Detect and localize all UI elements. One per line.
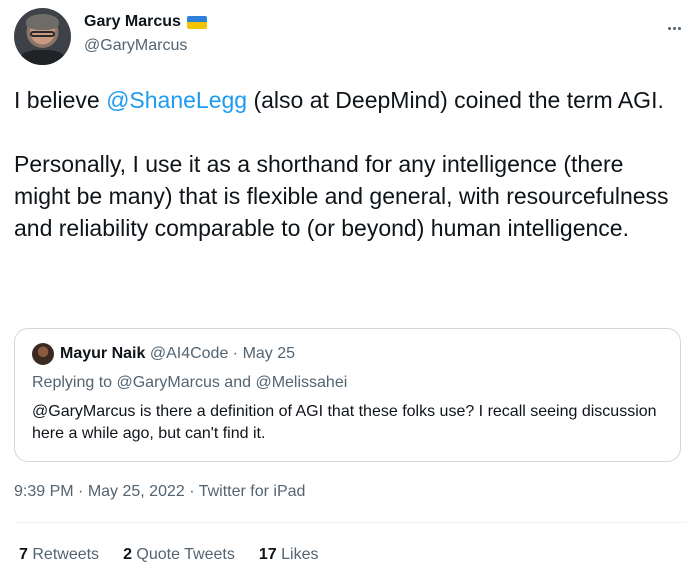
tweet-date[interactable]: May 25, 2022 — [88, 483, 185, 500]
quote-tweets-stat[interactable]: 2 Quote Tweets — [123, 545, 235, 565]
quoted-author-avatar — [32, 343, 54, 365]
replying-to: Replying to @GaryMarcus and @Melissahei — [32, 374, 348, 391]
author-info: Gary Marcus @GaryMarcus — [84, 12, 207, 56]
tweet-paragraph-2: Personally, I use it as a shorthand for … — [14, 151, 669, 241]
likes-count: 17 — [258, 546, 277, 563]
tweet-header: Gary Marcus @GaryMarcus — [14, 8, 686, 68]
divider — [14, 522, 686, 523]
tweet-timestamp: 9:39 PM · May 25, 2022 · Twitter for iPa… — [14, 482, 305, 502]
more-options-icon[interactable] — [662, 18, 686, 38]
retweets-count: 7 — [19, 546, 28, 563]
separator-dot: · — [184, 483, 199, 500]
retweets-stat[interactable]: 7 Retweets — [19, 545, 99, 565]
quote-tweets-count: 2 — [123, 546, 132, 563]
tweet-time[interactable]: 9:39 PM — [14, 483, 74, 500]
quoted-tweet-date: May 25 — [242, 345, 296, 362]
tweet-text: I believe @ShaneLegg (also at DeepMind) … — [14, 84, 686, 244]
tweet-stats: 7 Retweets 2 Quote Tweets 17 Likes — [19, 545, 318, 565]
quoted-author-name: Mayur Naik — [60, 345, 146, 362]
tweet-source[interactable]: Twitter for iPad — [199, 483, 306, 500]
quote-tweets-label: Quote Tweets — [136, 546, 235, 563]
avatar-hair — [26, 14, 59, 30]
likes-stat[interactable]: 17 Likes — [259, 545, 319, 565]
author-avatar[interactable] — [14, 8, 71, 65]
mention-link[interactable]: @ShaneLegg — [106, 87, 247, 113]
quoted-tweet-text: @GaryMarcus is there a definition of AGI… — [32, 403, 657, 442]
author-handle[interactable]: @GaryMarcus — [84, 36, 207, 56]
avatar-shirt — [20, 50, 65, 65]
quoted-author-handle: @AI4Code — [149, 345, 229, 362]
tweet-text-segment: (also at DeepMind) coined the term AGI. — [247, 87, 664, 113]
separator-dot: · — [228, 345, 243, 362]
quoted-tweet[interactable]: Mayur Naik @AI4Code · May 25 Replying to… — [14, 328, 681, 462]
ukraine-flag-icon — [186, 15, 207, 29]
tweet-text-segment: I believe — [14, 87, 107, 113]
tweet-paragraph-1: I believe @ShaneLegg (also at DeepMind) … — [14, 84, 686, 116]
avatar-glasses — [30, 31, 55, 37]
likes-label: Likes — [281, 546, 319, 563]
separator-dot: · — [73, 483, 88, 500]
quoted-tweet-header: Mayur Naik @AI4Code · May 25 — [60, 344, 295, 364]
retweets-label: Retweets — [32, 546, 100, 563]
author-name-row[interactable]: Gary Marcus — [84, 12, 207, 32]
author-display-name[interactable]: Gary Marcus — [84, 12, 181, 32]
